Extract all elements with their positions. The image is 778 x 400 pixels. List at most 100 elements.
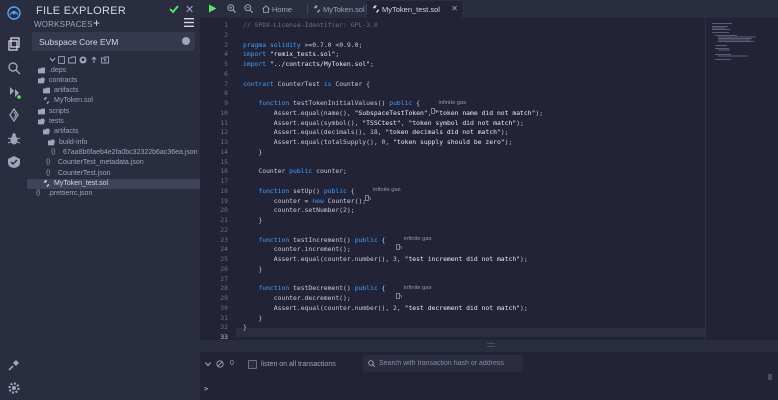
- zoom-out-icon[interactable]: [244, 4, 253, 13]
- editor-ruler: [705, 18, 706, 340]
- workspace-name: Subspace Core EVM: [39, 37, 119, 47]
- tree-row-build-info[interactable]: build-info: [27, 138, 200, 148]
- search-icon: [368, 360, 375, 367]
- code-line: function setUp() public {: [258, 186, 355, 195]
- terminal-resize-handle-icon[interactable]: [487, 343, 495, 348]
- solidity-file-icon: [43, 97, 50, 104]
- main-area: Home MyToken.sol MyToken_test.sol ✕ 1234…: [200, 0, 778, 400]
- gas-estimate-label: infinite gas: [438, 99, 467, 106]
- unit-testing-icon[interactable]: [5, 153, 22, 170]
- tree-row-contracts-artifacts[interactable]: artifacts: [27, 86, 200, 96]
- workspace-select[interactable]: Subspace Core EVM: [32, 32, 195, 51]
- tab-label: Home: [272, 5, 293, 14]
- run-play-icon[interactable]: [208, 4, 217, 13]
- chevron-down-icon[interactable]: [49, 56, 56, 64]
- search-icon[interactable]: [5, 59, 22, 76]
- code-line: }: [243, 216, 263, 224]
- debugger-icon[interactable]: [5, 130, 22, 147]
- tree-label: contracts: [49, 77, 78, 84]
- plugin-manager-icon[interactable]: [5, 356, 22, 373]
- workspaces-label: WORKSPACES: [34, 20, 93, 29]
- code-line: // SPDX-License-Identifier: GPL-3.0: [243, 21, 378, 29]
- tree-row-mytoken-sol[interactable]: MyToken.sol: [27, 96, 200, 106]
- terminal-output[interactable]: >: [200, 376, 778, 400]
- tab-mytoken-test-sol[interactable]: MyToken_test.sol ✕: [367, 1, 462, 18]
- workspace-badge-icon: [182, 37, 190, 45]
- tree-row-scripts[interactable]: scripts: [27, 107, 200, 117]
- clear-console-icon[interactable]: [216, 360, 224, 368]
- tab-home[interactable]: Home: [257, 1, 307, 18]
- line-number: 2: [224, 30, 228, 39]
- line-number: 32: [220, 323, 228, 332]
- tree-row-prettierrc[interactable]: {} .prettierrc.json: [27, 189, 200, 199]
- code-line: function testTokenInitialValues() public…: [258, 99, 421, 107]
- zoom-in-icon[interactable]: [227, 4, 236, 13]
- github-icon[interactable]: [79, 56, 87, 64]
- icon-panel: [0, 0, 27, 400]
- folder-open-icon: [38, 77, 45, 84]
- check-icon: [169, 5, 179, 14]
- collapse-terminal-icon[interactable]: [204, 360, 212, 368]
- code-editor[interactable]: 1 2 3 4 5 6 7 8 9 10 11 12 13 14 15 16 17 18 19 20 21 22 23 24 2…: [200, 18, 778, 341]
- upload-file-icon[interactable]: [90, 56, 98, 64]
- tree-row-mytoken-test-sol[interactable]: MyToken_test.sol: [27, 179, 200, 189]
- deploy-run-icon[interactable]: [5, 106, 22, 123]
- listen-all-checkbox[interactable]: [248, 360, 257, 369]
- code-line: }: [243, 323, 247, 332]
- side-panel: FILE EXPLORER ✕ WORKSPACES + Subspace Co…: [27, 0, 200, 400]
- terminal-scrollbar[interactable]: [768, 374, 772, 380]
- code-line: Assert.equal(counter.number(), 3, "test …: [243, 255, 528, 263]
- tab-mytoken-sol[interactable]: MyToken.sol: [308, 1, 366, 18]
- code-line: Assert.equal(symbol(), "TSSCtest", "toke…: [243, 118, 524, 127]
- tab-close-button[interactable]: ✕: [451, 4, 458, 13]
- close-panel-button[interactable]: ✕: [185, 3, 194, 16]
- code-line: }: [243, 147, 263, 156]
- tree-label: 67aa8b6faeb4e2fa0bc32322b6ac36ea.json: [63, 149, 198, 156]
- line-number: 9: [224, 99, 228, 107]
- tab-label: MyToken_test.sol: [382, 5, 440, 14]
- current-line-highlight: [236, 328, 705, 337]
- add-workspace-button[interactable]: +: [93, 16, 100, 30]
- tree-label: MyToken.sol: [54, 97, 93, 104]
- json-file-icon: {}: [51, 148, 56, 155]
- tree-row-countertest-json[interactable]: {} CounterTest.json: [27, 169, 200, 179]
- code-line: import "../contracts/MyToken.sol";: [243, 60, 374, 68]
- tab-bar: Home MyToken.sol MyToken_test.sol ✕: [200, 0, 778, 18]
- line-number: 27: [220, 274, 228, 283]
- tx-search-input[interactable]: [379, 356, 519, 371]
- code-minimap[interactable]: [710, 22, 766, 62]
- tree-row-deps[interactable]: .deps: [27, 66, 200, 76]
- line-number: 16: [220, 167, 228, 176]
- tree-label: .prettierrc.json: [48, 190, 93, 197]
- new-folder-icon[interactable]: [68, 56, 76, 64]
- code-line: Assert.equal(totalSupply(), 0, "token su…: [243, 138, 513, 146]
- folder-icon: [43, 87, 50, 94]
- line-number: 23: [220, 235, 228, 244]
- code-line: }: [243, 313, 263, 322]
- terminal-header: 0 listen on all transactions: [200, 352, 778, 376]
- upload-folder-icon[interactable]: [101, 56, 109, 64]
- solidity-compiler-icon[interactable]: [5, 83, 22, 100]
- line-number: 20: [220, 206, 228, 215]
- line-number: 29: [220, 294, 228, 302]
- tree-row-contracts[interactable]: contracts: [27, 76, 200, 86]
- solidity-file-icon: [43, 180, 50, 187]
- new-file-icon[interactable]: [58, 56, 65, 64]
- code-line: }: [243, 264, 263, 273]
- line-number: 25: [220, 255, 228, 263]
- folder-open-icon: [43, 128, 50, 135]
- workspace-menu-icon[interactable]: [184, 18, 194, 27]
- settings-icon[interactable]: [5, 379, 22, 396]
- terminal-prompt: >: [204, 385, 209, 393]
- file-explorer-icon[interactable]: [5, 35, 22, 52]
- line-number: 31: [220, 313, 228, 322]
- tree-row-countertest-metadata[interactable]: {} CounterTest_metadata.json: [27, 158, 200, 168]
- json-file-icon: {}: [46, 158, 51, 165]
- tree-label: tests: [49, 118, 64, 125]
- tree-row-tests[interactable]: tests: [27, 117, 200, 127]
- remix-logo-icon[interactable]: [5, 4, 22, 21]
- tree-row-tests-artifacts[interactable]: artifacts: [27, 127, 200, 137]
- tx-search-box: [363, 355, 523, 372]
- tree-label: artifacts: [54, 128, 79, 135]
- tree-row-build-info-json[interactable]: {} 67aa8b6faeb4e2fa0bc32322b6ac36ea.json: [27, 148, 200, 158]
